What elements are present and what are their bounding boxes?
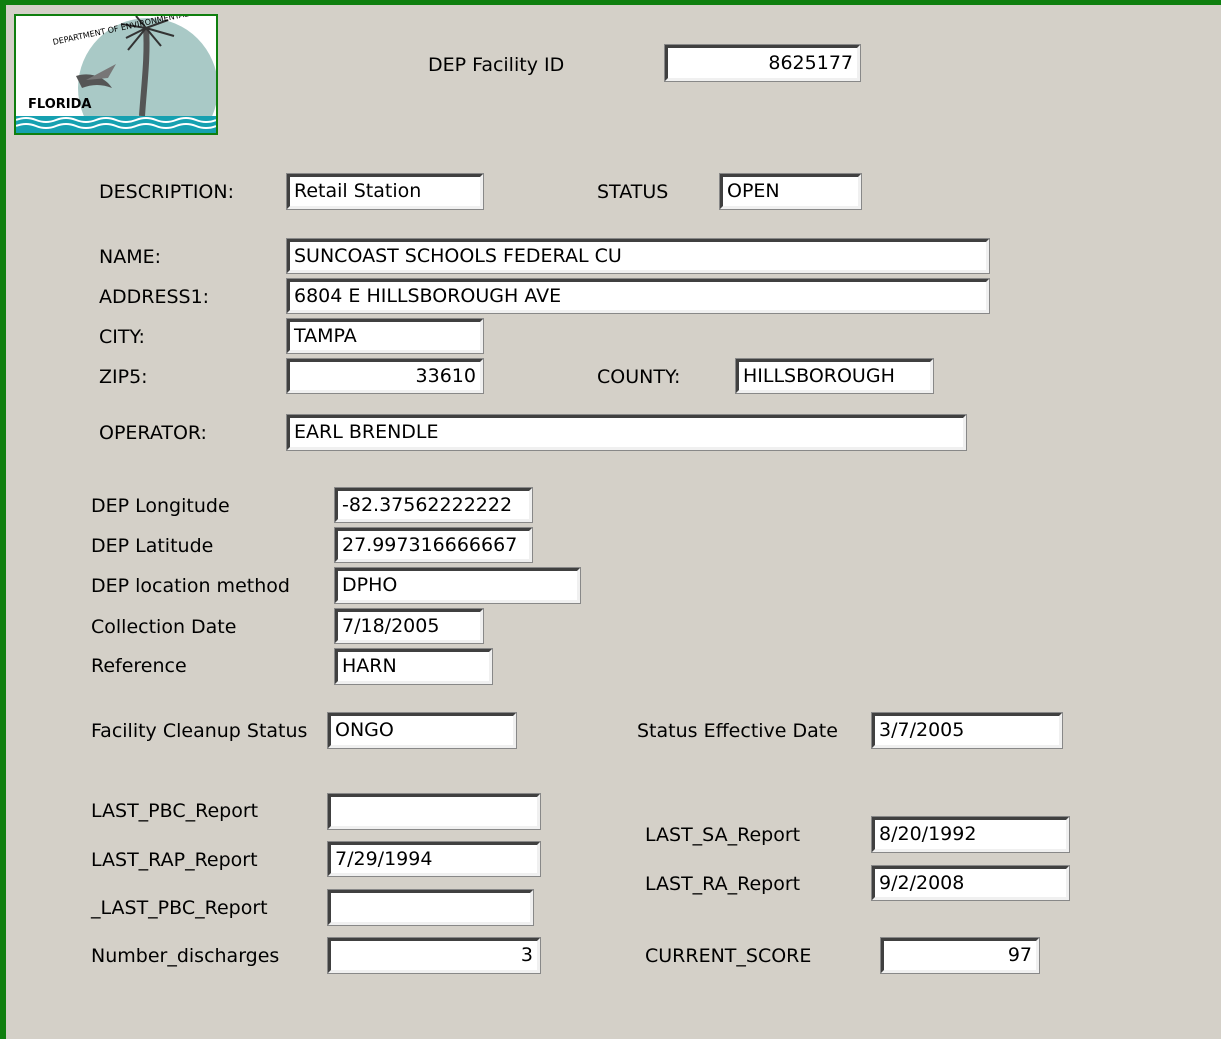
facility-id-label: DEP Facility ID bbox=[428, 54, 565, 76]
status-effective-date-label: Status Effective Date bbox=[637, 720, 838, 742]
reference-field[interactable]: HARN bbox=[334, 648, 493, 685]
city-label: CITY: bbox=[99, 326, 145, 348]
facility-id-field[interactable]: 8625177 bbox=[664, 44, 861, 82]
last-sa-report-field[interactable]: 8/20/1992 bbox=[871, 816, 1070, 853]
last-ra-report-field[interactable]: 9/2/2008 bbox=[871, 865, 1070, 901]
last-sa-report-label: LAST_SA_Report bbox=[645, 824, 801, 846]
location-method-label: DEP location method bbox=[91, 575, 290, 597]
operator-label: OPERATOR: bbox=[99, 422, 207, 444]
underscore-last-pbc-report-label: _LAST_PBC_Report bbox=[91, 897, 268, 919]
description-field[interactable]: Retail Station bbox=[286, 173, 484, 210]
status-effective-date-field[interactable]: 3/7/2005 bbox=[871, 712, 1063, 749]
number-discharges-field[interactable]: 3 bbox=[327, 937, 541, 974]
collection-date-field[interactable]: 7/18/2005 bbox=[334, 608, 484, 644]
cleanup-status-label: Facility Cleanup Status bbox=[91, 720, 308, 742]
underscore-last-pbc-report-field[interactable] bbox=[327, 889, 534, 926]
number-discharges-label: Number_discharges bbox=[91, 945, 280, 967]
description-label: DESCRIPTION: bbox=[99, 181, 235, 203]
last-rap-report-field[interactable]: 7/29/1994 bbox=[327, 841, 541, 877]
location-method-field[interactable]: DPHO bbox=[334, 567, 581, 604]
city-field[interactable]: TAMPA bbox=[286, 318, 484, 354]
status-field[interactable]: OPEN bbox=[719, 173, 862, 210]
name-field[interactable]: SUNCOAST SCHOOLS FEDERAL CU bbox=[286, 238, 990, 274]
cleanup-status-field[interactable]: ONGO bbox=[327, 712, 517, 749]
current-score-label: CURRENT_SCORE bbox=[645, 945, 812, 967]
address1-field[interactable]: 6804 E HILLSBOROUGH AVE bbox=[286, 278, 990, 314]
latitude-field[interactable]: 27.997316666667 bbox=[334, 527, 533, 563]
operator-field[interactable]: EARL BRENDLE bbox=[286, 414, 967, 451]
zip5-field[interactable]: 33610 bbox=[286, 358, 484, 394]
longitude-field[interactable]: -82.37562222222 bbox=[334, 487, 533, 523]
latitude-label: DEP Latitude bbox=[91, 535, 214, 557]
dep-florida-logo: DEPARTMENT OF ENVIRONMENTAL PROTECTION F… bbox=[14, 14, 218, 135]
status-label: STATUS bbox=[597, 181, 669, 203]
last-rap-report-label: LAST_RAP_Report bbox=[91, 849, 258, 871]
name-label: NAME: bbox=[99, 246, 162, 268]
current-score-field[interactable]: 97 bbox=[880, 937, 1040, 974]
longitude-label: DEP Longitude bbox=[91, 495, 230, 517]
reference-label: Reference bbox=[91, 655, 187, 677]
collection-date-label: Collection Date bbox=[91, 616, 237, 638]
last-pbc-report-field[interactable] bbox=[327, 793, 541, 830]
address1-label: ADDRESS1: bbox=[99, 286, 210, 308]
county-field[interactable]: HILLSBOROUGH bbox=[735, 358, 934, 394]
zip5-label: ZIP5: bbox=[99, 366, 148, 388]
county-label: COUNTY: bbox=[597, 366, 681, 388]
last-pbc-report-label: LAST_PBC_Report bbox=[91, 800, 259, 822]
last-ra-report-label: LAST_RA_Report bbox=[645, 873, 801, 895]
florida-text: FLORIDA bbox=[28, 97, 91, 112]
